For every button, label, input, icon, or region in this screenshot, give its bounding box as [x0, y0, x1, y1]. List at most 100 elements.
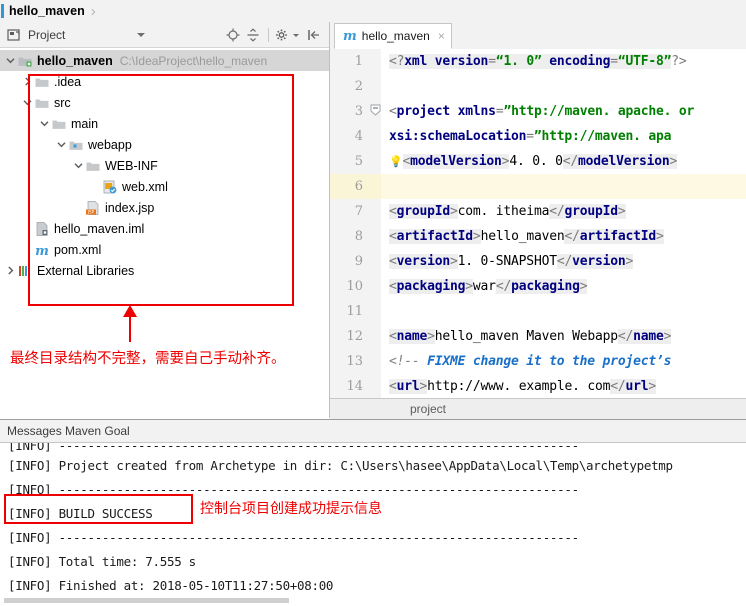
- chevron-down-icon[interactable]: [72, 155, 85, 176]
- console-output[interactable]: [INFO] ---------------------------------…: [0, 443, 746, 606]
- project-toolbar: Project: [0, 22, 329, 48]
- console-title: Messages Maven Goal: [7, 424, 130, 438]
- code-line-10[interactable]: 10 <packaging>war</packaging>: [330, 274, 746, 299]
- code-token: >: [669, 154, 678, 169]
- console-scrollbar[interactable]: [4, 598, 289, 603]
- chevron-down-icon[interactable]: [21, 92, 34, 113]
- tree-item-index-jsp[interactable]: JSP index.jsp: [0, 197, 329, 218]
- code-token: project: [396, 104, 451, 119]
- code-line-7[interactable]: 7 <groupId>com. itheima</groupId>: [330, 199, 746, 224]
- code-token: groupId: [396, 204, 451, 219]
- code-token: >: [625, 254, 634, 269]
- tree-item-hello-maven[interactable]: hello_maven C:\IdeaProject\hello_maven: [0, 50, 329, 71]
- code-token: <!--: [389, 354, 428, 369]
- line-number: 14: [330, 374, 370, 398]
- gear-dropdown-caret-icon[interactable]: [287, 26, 305, 44]
- code-line-9[interactable]: 9 <version>1. 0-SNAPSHOT</version>: [330, 249, 746, 274]
- tree-item-label: hello_maven.iml: [54, 221, 145, 236]
- code-line-12[interactable]: 12 <name>hello_maven Maven Webapp</name>: [330, 324, 746, 349]
- tree-item-main[interactable]: main: [0, 113, 329, 134]
- console-line-4: [INFO] ---------------------------------…: [8, 529, 579, 545]
- code-line-1[interactable]: 1 <?xml version=“1. 0” encoding=“UTF-8”?>: [330, 49, 746, 74]
- code-token: >: [450, 204, 458, 219]
- editor-breadcrumb-element[interactable]: project: [410, 402, 446, 416]
- line-number: 10: [330, 274, 370, 299]
- code-line-4[interactable]: 4 xsi:schemaLocation=”http://maven. apa: [330, 124, 746, 149]
- collapse-all-icon[interactable]: [244, 26, 262, 44]
- code-token: artifactId: [579, 229, 657, 244]
- code-token: <: [389, 104, 397, 119]
- hide-panel-icon[interactable]: [305, 26, 323, 44]
- tree-annotation-arrow-icon: [123, 305, 137, 342]
- tree-item-webapp[interactable]: webapp: [0, 134, 329, 155]
- line-number: 4: [330, 124, 370, 149]
- tree-item-web-inf[interactable]: WEB-INF: [0, 155, 329, 176]
- code-token: version: [434, 54, 489, 69]
- maven-file-icon: m: [343, 28, 357, 44]
- tab-hello-maven[interactable]: m hello_maven ×: [334, 23, 452, 49]
- breadcrumb-separator-icon: ›: [90, 2, 96, 20]
- chevron-down-icon[interactable]: [136, 32, 145, 37]
- line-number: 1: [330, 49, 370, 74]
- breadcrumb-project-name[interactable]: hello_maven: [9, 4, 85, 18]
- editor-tab-bar: m hello_maven ×: [330, 22, 746, 50]
- code-token: </: [564, 229, 580, 244]
- code-token: hello_maven Maven Webapp: [434, 329, 618, 344]
- code-token: ”http://maven. apache. or: [503, 104, 695, 119]
- tree-item-pom-xml[interactable]: m pom.xml: [0, 239, 329, 260]
- chevron-down-icon[interactable]: [4, 50, 17, 71]
- fold-gutter: [370, 299, 381, 324]
- svg-text:JSP: JSP: [87, 209, 95, 214]
- fold-marker-icon[interactable]: [370, 99, 381, 124]
- line-number: 6: [330, 174, 370, 199]
- fold-gutter: [370, 199, 381, 224]
- line-number: 5: [330, 149, 370, 174]
- fold-gutter: [370, 149, 381, 174]
- code-token: </: [495, 279, 512, 294]
- chevron-down-icon[interactable]: [38, 113, 51, 134]
- code-line-11[interactable]: 11: [330, 299, 746, 324]
- fold-gutter: [370, 249, 381, 274]
- tree-item-hello-maven-iml[interactable]: hello_maven.iml: [0, 218, 329, 239]
- tree-item-label: pom.xml: [54, 242, 102, 257]
- code-token: </: [562, 154, 578, 169]
- code-line-8[interactable]: 8 <artifactId>hello_maven</artifactId>: [330, 224, 746, 249]
- tree-item-external-libraries[interactable]: External Libraries: [0, 260, 329, 281]
- tree-item-idea[interactable]: .idea: [0, 71, 329, 92]
- locate-target-icon[interactable]: [224, 26, 242, 44]
- libraries-icon: [19, 265, 30, 276]
- code-token: name: [396, 329, 428, 344]
- code-line-14[interactable]: 14 <url>http://www. example. com</url>: [330, 374, 746, 398]
- code-line-5[interactable]: 5 💡<modelVersion>4. 0. 0</modelVersion>: [330, 149, 746, 174]
- tree-item-web-xml[interactable]: web.xml: [0, 176, 329, 197]
- tree-item-src[interactable]: src: [0, 92, 329, 113]
- code-line-13[interactable]: 13 <!-- FIXME change it to the project’s: [330, 349, 746, 374]
- code-line-2[interactable]: 2: [330, 74, 746, 99]
- code-text: <packaging>war</packaging>: [381, 279, 588, 294]
- tree-item-label: src: [54, 95, 71, 110]
- fold-gutter: [370, 324, 381, 349]
- code-editor[interactable]: 1 <?xml version=“1. 0” encoding=“UTF-8”?>…: [330, 49, 746, 398]
- tree-item-label: WEB-INF: [105, 158, 158, 173]
- chevron-down-icon[interactable]: [55, 134, 68, 155]
- intention-bulb-icon[interactable]: 💡: [389, 155, 403, 168]
- maven-pom-icon: m: [35, 244, 49, 258]
- chevron-right-icon[interactable]: [21, 71, 34, 92]
- project-tree[interactable]: hello_maven C:\IdeaProject\hello_maven .id…: [0, 48, 329, 300]
- chevron-right-icon[interactable]: [4, 260, 17, 281]
- code-token: =: [610, 54, 618, 69]
- project-panel-icon: [6, 27, 22, 43]
- code-token: </: [549, 204, 565, 219]
- code-line-6[interactable]: 6: [330, 174, 746, 199]
- code-text: <groupId>com. itheima</groupId>: [381, 204, 626, 219]
- close-icon[interactable]: ×: [438, 29, 445, 43]
- editor-panel: m hello_maven × 1 <?xml version=“1. 0” en…: [330, 22, 746, 419]
- code-text: <project xmlns=”http://maven. apache. or: [381, 104, 694, 119]
- code-line-3[interactable]: 3 <project xmlns=”http://maven. apache. o…: [330, 99, 746, 124]
- code-token: “UTF-8”: [617, 54, 672, 69]
